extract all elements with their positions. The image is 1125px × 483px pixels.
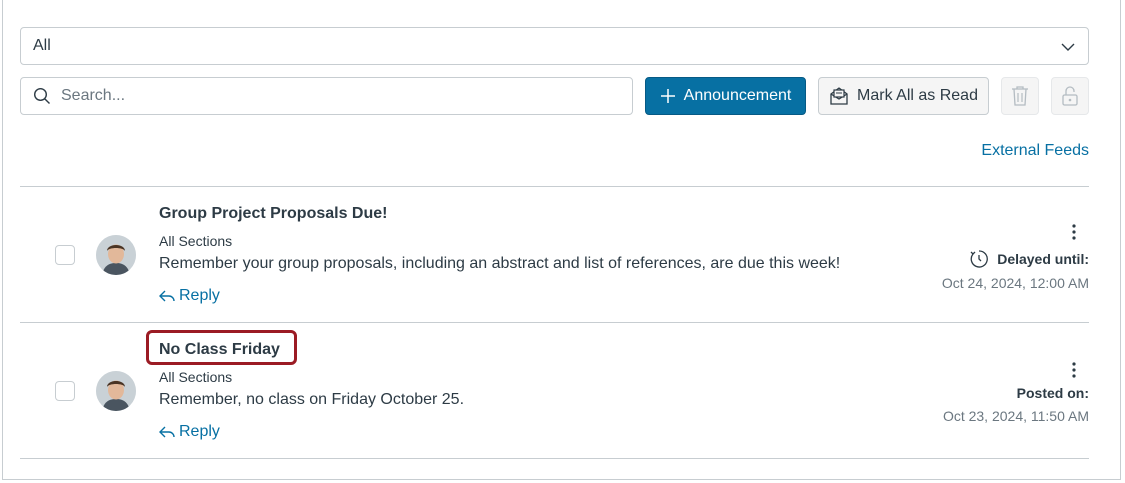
add-announcement-label: Announcement — [683, 87, 792, 104]
search-field[interactable] — [20, 77, 633, 115]
announcement-title[interactable]: Group Project Proposals Due! — [159, 205, 387, 223]
lock-button[interactable] — [1051, 77, 1089, 115]
announcement-sections: All Sections — [159, 369, 233, 385]
search-input[interactable] — [61, 87, 601, 105]
more-options-icon[interactable] — [1071, 223, 1077, 241]
envelope-open-icon — [830, 87, 848, 105]
highlight-box — [146, 330, 297, 365]
more-options-icon[interactable] — [1071, 361, 1077, 379]
mark-all-read-button[interactable]: Mark All as Read — [818, 77, 989, 115]
announcement-message: Remember your group proposals, including… — [159, 255, 841, 272]
status-date: Oct 23, 2024, 11:50 AM — [942, 408, 1089, 424]
status-label: Posted on: — [1017, 385, 1089, 401]
add-announcement-button[interactable]: Announcement — [645, 77, 806, 115]
plus-icon — [660, 89, 675, 103]
reply-label: Reply — [179, 423, 220, 440]
reply-arrow-icon — [159, 290, 175, 302]
reply-link[interactable]: Reply — [159, 423, 220, 441]
status-date: Oct 24, 2024, 12:00 AM — [941, 275, 1089, 291]
reply-arrow-icon — [159, 426, 175, 438]
announcement-message: Remember, no class on Friday October 25. — [159, 391, 465, 408]
status-label-text: Posted on: — [1016, 385, 1089, 401]
unlock-icon — [1062, 86, 1078, 106]
external-feeds-link[interactable]: External Feeds — [981, 142, 1089, 160]
search-icon — [33, 87, 50, 104]
status-label-text: Delayed until: — [997, 251, 1089, 267]
announcement-sections: All Sections — [159, 233, 233, 249]
select-checkbox[interactable] — [55, 245, 75, 265]
trash-icon — [1012, 86, 1028, 106]
reply-link[interactable]: Reply — [159, 287, 220, 305]
reply-label: Reply — [179, 287, 220, 304]
avatar[interactable] — [96, 235, 136, 275]
select-checkbox[interactable] — [55, 381, 75, 401]
section-filter-select[interactable]: All — [20, 27, 1089, 65]
status-label: Delayed until: — [969, 249, 1089, 269]
delete-button[interactable] — [1001, 77, 1039, 115]
filter-selected-value: All — [33, 37, 51, 54]
user-avatar-icon — [96, 371, 136, 411]
announcement-row[interactable]: Group Project Proposals Due! All Section… — [20, 187, 1089, 322]
divider — [20, 458, 1089, 459]
user-avatar-icon — [96, 235, 136, 275]
clock-delayed-icon — [970, 250, 989, 268]
avatar[interactable] — [96, 371, 136, 411]
mark-all-read-label: Mark All as Read — [857, 87, 978, 104]
chevron-down-icon — [1061, 43, 1075, 51]
